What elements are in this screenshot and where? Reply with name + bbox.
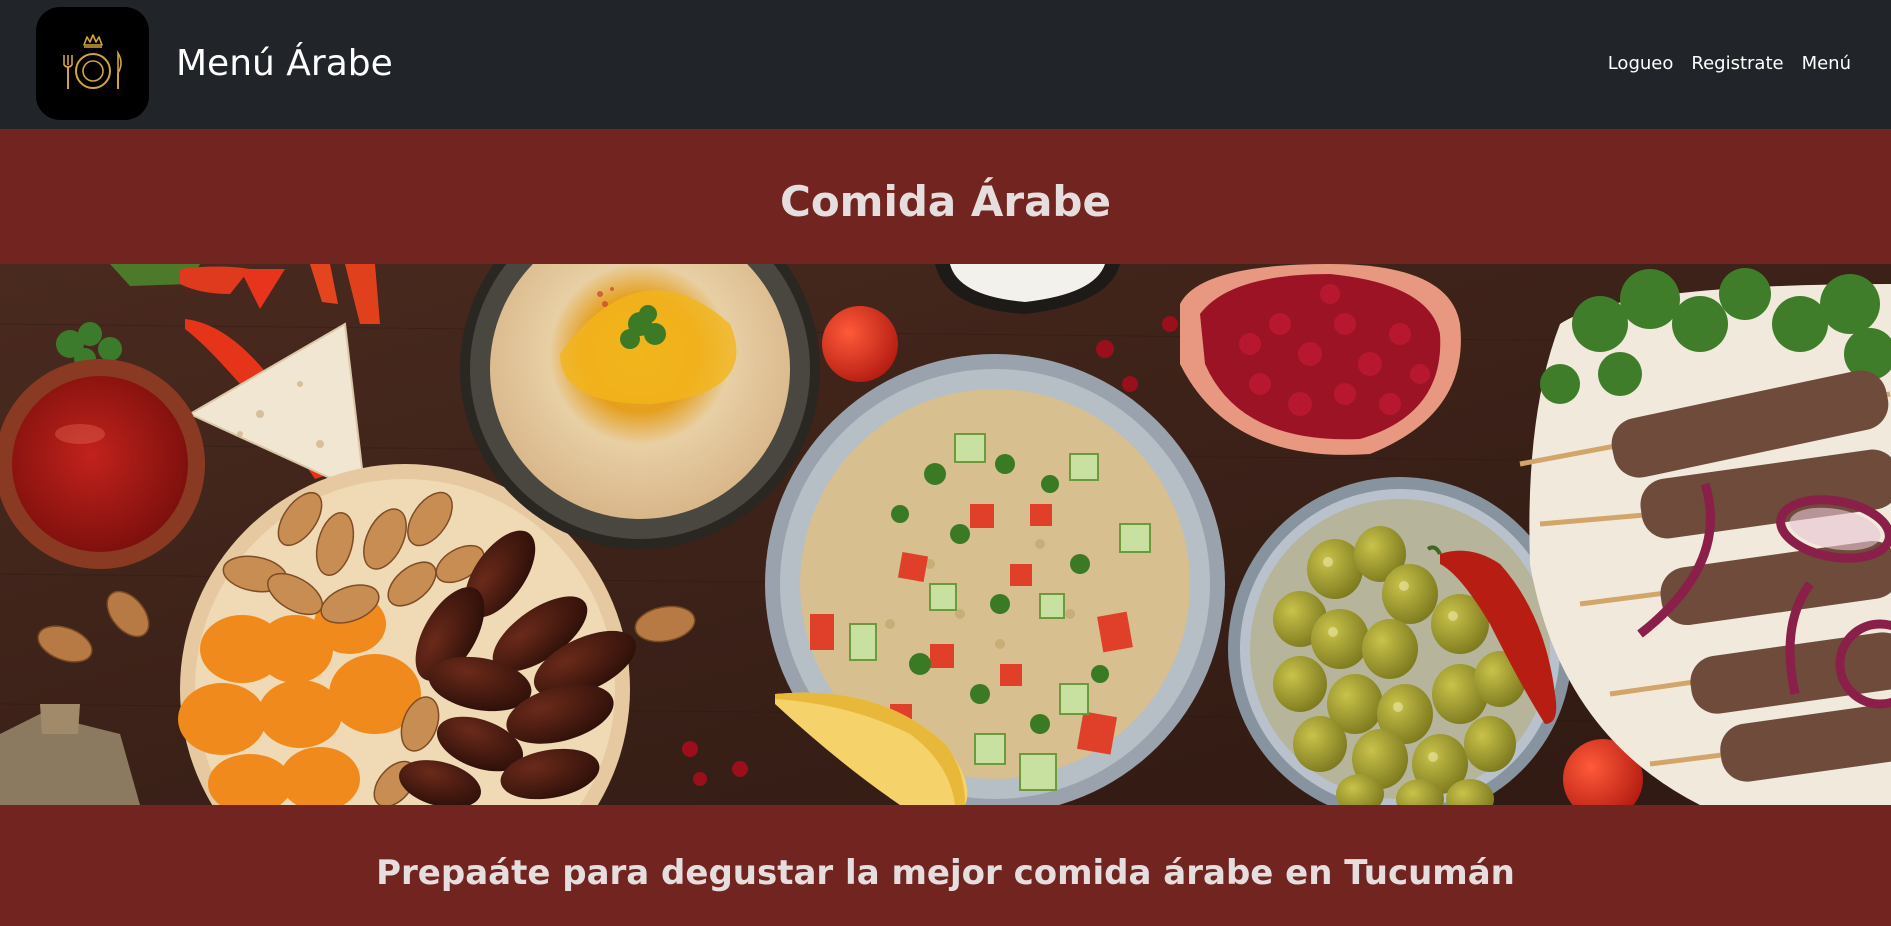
navbar: Menú Árabe Logueo Registrate Menú [0,0,1891,129]
page-title: Comida Árabe [780,176,1111,226]
title-band: Comida Árabe [0,129,1891,264]
nav-link-logueo[interactable]: Logueo [1599,50,1683,78]
food-spread-illustration [0,264,1891,805]
subtitle-band: Prepaáte para degustar la mejor comida á… [0,805,1891,926]
nav-link-registrate[interactable]: Registrate [1682,50,1792,78]
nav-links: Logueo Registrate Menú [1599,50,1851,78]
hero-subtitle: Prepaáte para degustar la mejor comida á… [376,852,1515,893]
nav-link-menu[interactable]: Menú [1793,50,1851,78]
brand-name[interactable]: Menú Árabe [176,40,393,88]
hero-image [0,264,1891,805]
plate-cutlery-crown-icon [62,33,122,89]
brand-logo[interactable] [36,7,149,120]
